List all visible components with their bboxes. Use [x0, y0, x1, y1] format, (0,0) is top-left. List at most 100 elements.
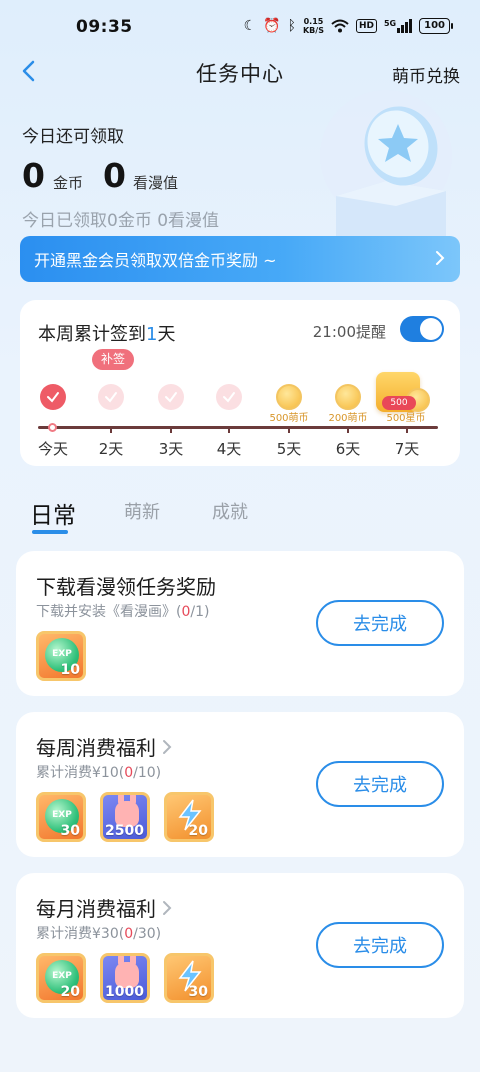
task-desc-text: 累计消费¥30( — [36, 926, 125, 942]
moon-icon: ☾ — [243, 18, 257, 34]
progress-track — [38, 426, 438, 429]
bluetooth-icon: ᛒ — [287, 18, 296, 34]
day-check-pending — [158, 384, 184, 410]
day-reward: 500萌币 — [269, 413, 309, 424]
task-title-text: 每月消费福利 — [36, 897, 156, 921]
go-complete-button[interactable]: 去完成 — [316, 922, 444, 968]
sign-in-title-prefix: 本周累计签到 — [38, 324, 146, 345]
progress-dot — [48, 423, 57, 432]
tab-newbie[interactable]: 萌新 — [124, 498, 160, 524]
toggle-knob — [420, 318, 442, 340]
day-reward: 200萌币 — [328, 413, 368, 424]
task-card-weekly[interactable]: 每周消费福利 累计消费¥10(0/10) EXP 30 2500 20 去完成 — [16, 712, 464, 857]
go-complete-button[interactable]: 去完成 — [316, 600, 444, 646]
big-reward-pill: 500 — [382, 396, 416, 410]
makeup-sign-tag[interactable]: 补签 — [92, 349, 134, 370]
vip-banner[interactable]: 开通黑金会员领取双倍金币奖励 ~ — [20, 236, 460, 282]
task-desc: 下载并安装《看漫画》(0/1) — [36, 601, 209, 621]
reward-coin: 1000 — [100, 953, 150, 1003]
reward-exp: EXP 30 — [36, 792, 86, 842]
reward-exp: EXP 20 — [36, 953, 86, 1003]
task-title: 每月消费福利 — [36, 893, 172, 922]
check-icon — [105, 392, 117, 403]
net-speed-unit: KB/S — [302, 26, 324, 35]
reward-qty: 2500 — [105, 823, 144, 839]
exp-label: EXP — [52, 810, 72, 820]
task-progress-total: /1) — [190, 604, 210, 620]
task-title: 每周消费福利 — [36, 732, 172, 761]
day-check-done — [40, 384, 66, 410]
reward-qty: 20 — [188, 823, 208, 839]
coins-unit: 金币 — [53, 174, 84, 192]
track-tick — [288, 427, 290, 433]
day-label: 4天 — [216, 440, 242, 458]
sign-in-title: 本周累计签到1天 — [38, 320, 175, 346]
coin-box-illustration — [320, 90, 452, 236]
tab-underline — [32, 530, 68, 534]
reward-qty: 30 — [60, 823, 80, 839]
reward-energy: 30 — [164, 953, 214, 1003]
coin-icon — [276, 384, 302, 410]
exp-label: EXP — [52, 649, 72, 659]
reward-qty: 30 — [188, 984, 208, 1000]
tab-achievements[interactable]: 成就 — [212, 498, 248, 524]
reward-qty: 20 — [60, 984, 80, 1000]
exp-label: EXP — [52, 971, 72, 981]
signal-icon: 5G — [383, 19, 413, 33]
net-speed: 0.15 KB/S — [303, 17, 324, 35]
task-card-monthly[interactable]: 每月消费福利 累计消费¥30(0/30) EXP 20 1000 30 去完成 — [16, 873, 464, 1018]
day-label: 3天 — [158, 440, 184, 458]
day-label: 7天 — [394, 440, 420, 458]
task-desc-text: 累计消费¥10( — [36, 765, 125, 781]
sign-in-card: 本周累计签到1天 21:00提醒 补签 500萌币 200萌币 500 500星… — [20, 300, 460, 466]
task-progress-total: /10) — [133, 765, 162, 781]
track-tick — [406, 427, 408, 433]
reward-qty: 1000 — [105, 984, 144, 1000]
tab-daily[interactable]: 日常 — [30, 496, 76, 530]
task-card-download: 下载看漫领任务奖励 下载并安装《看漫画》(0/1) EXP 10 去完成 — [16, 551, 464, 696]
remind-toggle[interactable] — [400, 316, 444, 342]
go-complete-button[interactable]: 去完成 — [316, 761, 444, 807]
day-label: 5天 — [276, 440, 302, 458]
wifi-icon — [331, 19, 349, 33]
track-tick — [228, 427, 230, 433]
check-icon — [47, 392, 59, 403]
task-desc: 累计消费¥10(0/10) — [36, 762, 161, 782]
track-tick — [110, 427, 112, 433]
day-reward: 500星币 — [386, 413, 426, 424]
task-desc-text: 下载并安装《看漫画》( — [36, 604, 182, 620]
signal-label: 5G — [383, 19, 397, 28]
task-title: 下载看漫领任务奖励 — [36, 571, 216, 600]
day-check-pending — [216, 384, 242, 410]
views-value: 0 — [103, 156, 126, 195]
chevron-right-icon — [436, 251, 445, 265]
sign-in-title-suffix: 天 — [157, 324, 176, 345]
vip-banner-text: 开通黑金会员领取双倍金币奖励 ~ — [34, 251, 277, 270]
status-icons: ☾ ⏰ ᛒ 0.15 KB/S HD 5G 100 — [243, 17, 453, 35]
track-tick — [347, 427, 349, 433]
chevron-right-icon — [163, 900, 172, 915]
hero-label: 今日还可领取 — [22, 127, 124, 147]
hd-badge: HD — [355, 19, 377, 33]
battery-icon: 100 — [419, 18, 453, 34]
task-progress-current: 0 — [124, 765, 134, 781]
sign-in-days-count: 1 — [146, 324, 158, 345]
chevron-right-icon — [163, 739, 172, 754]
remind-label: 21:00提醒 — [312, 323, 386, 341]
task-desc: 累计消费¥30(0/30) — [36, 923, 161, 943]
check-icon — [223, 392, 235, 403]
task-title-text: 每周消费福利 — [36, 736, 156, 760]
coin-icon — [335, 384, 361, 410]
coins-value: 0 — [22, 156, 45, 195]
alarm-icon: ⏰ — [263, 18, 281, 34]
reward-qty: 10 — [60, 662, 80, 678]
views-unit: 看漫值 — [133, 174, 179, 192]
task-title-text: 下载看漫领任务奖励 — [36, 575, 216, 599]
net-speed-value: 0.15 — [303, 17, 324, 26]
exchange-link[interactable]: 萌币兑换 — [392, 62, 460, 87]
received-summary: 今日已领取0金币 0看漫值 — [22, 211, 220, 231]
day-label: 6天 — [335, 440, 361, 458]
track-tick — [170, 427, 172, 433]
day-check-pending — [98, 384, 124, 410]
task-progress-total: /30) — [133, 926, 162, 942]
